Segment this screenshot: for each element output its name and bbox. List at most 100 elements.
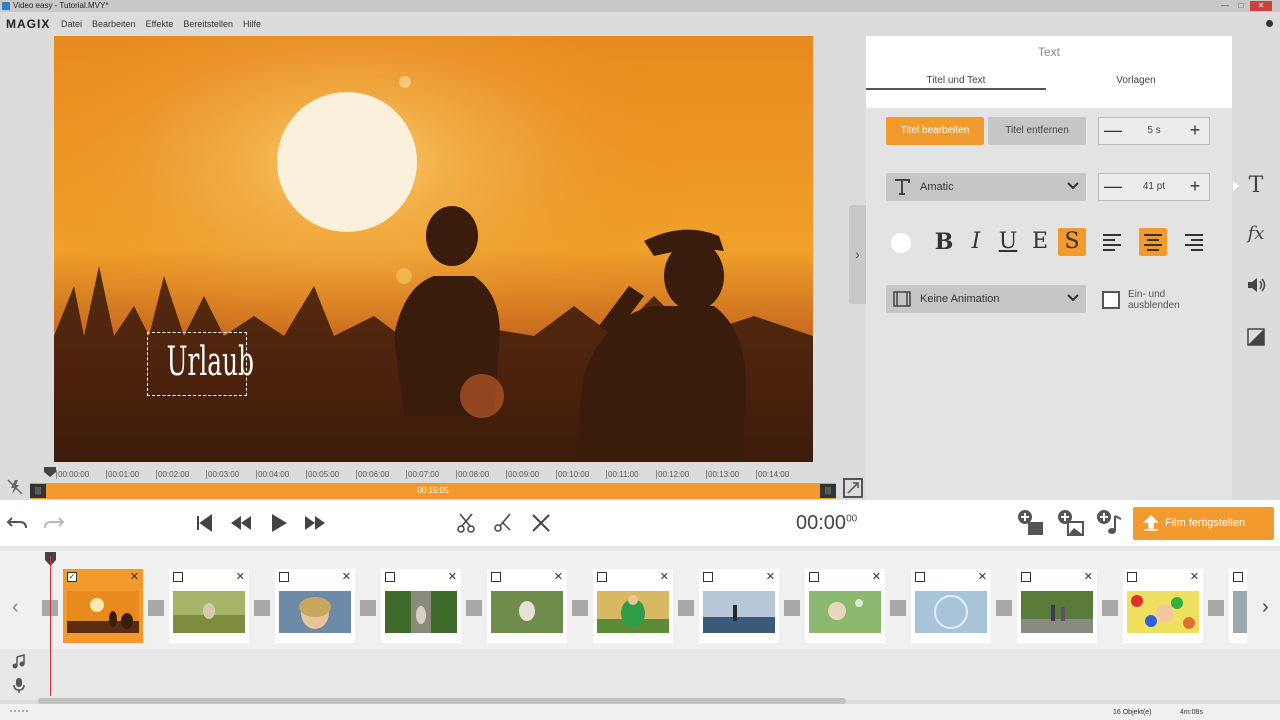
finish-movie-button[interactable]: Film fertigstellen bbox=[1133, 507, 1274, 540]
scroll-left-icon[interactable]: ‹ bbox=[12, 596, 19, 619]
timeline-clip-child-grass[interactable]: ✕ bbox=[487, 569, 567, 643]
clip-checkbox[interactable] bbox=[1233, 572, 1243, 582]
animation-dropdown[interactable]: Keine Animation bbox=[886, 285, 1086, 313]
maximize-icon[interactable]: □ bbox=[1234, 1, 1248, 11]
clip-remove-icon[interactable]: ✕ bbox=[554, 570, 563, 583]
timeline-clip-park-walk[interactable]: ✕ bbox=[1017, 569, 1097, 643]
clip-remove-icon[interactable]: ✕ bbox=[342, 570, 351, 583]
title-text-box[interactable]: Urlaub bbox=[147, 332, 254, 396]
clip-checkbox[interactable] bbox=[173, 572, 183, 582]
menu-dot-icon[interactable] bbox=[1266, 20, 1273, 27]
menu-item-hilfe[interactable]: Hilfe bbox=[243, 19, 261, 29]
music-track-icon[interactable] bbox=[11, 654, 27, 670]
italic-icon[interactable]: I bbox=[962, 228, 990, 256]
menu-item-bereitstellen[interactable]: Bereitstellen bbox=[183, 19, 233, 29]
clip-checkbox[interactable] bbox=[1127, 572, 1137, 582]
transition-marker[interactable] bbox=[784, 600, 800, 616]
duration-value[interactable]: 5 s bbox=[1127, 118, 1181, 144]
redo-icon[interactable] bbox=[41, 510, 67, 536]
skip-back-icon[interactable] bbox=[191, 510, 217, 536]
clip-checkbox[interactable] bbox=[491, 572, 501, 582]
split-icon[interactable] bbox=[453, 510, 479, 536]
timeline-clip-girl-blonde[interactable]: ✕ bbox=[275, 569, 355, 643]
play-icon[interactable] bbox=[265, 510, 291, 536]
clip-remove-icon[interactable]: ✕ bbox=[660, 570, 669, 583]
font-size-plus-button[interactable]: + bbox=[1181, 174, 1209, 200]
clip-checkbox[interactable] bbox=[385, 572, 395, 582]
align-center-icon[interactable] bbox=[1139, 228, 1167, 256]
add-video-icon[interactable] bbox=[1016, 508, 1046, 538]
clip-checkbox[interactable] bbox=[703, 572, 713, 582]
tab-titel-und-text[interactable]: Titel und Text bbox=[866, 74, 1046, 90]
video-preview[interactable]: Urlaub bbox=[54, 36, 813, 462]
fast-forward-icon[interactable] bbox=[302, 510, 328, 536]
timeline-clip-boy-green[interactable]: ✕ bbox=[593, 569, 673, 643]
close-icon[interactable]: ✕ bbox=[1250, 1, 1272, 11]
time-ruler[interactable]: 00:00:00 00:01:00 00:02:00 00:03:00 00:0… bbox=[54, 467, 816, 483]
fx-icon[interactable]: fx bbox=[1242, 220, 1270, 248]
menu-item-datei[interactable]: Datei bbox=[61, 19, 82, 29]
transition-marker[interactable] bbox=[890, 600, 906, 616]
bold-icon[interactable]: B bbox=[930, 228, 958, 256]
clip-remove-icon[interactable]: ✕ bbox=[978, 570, 987, 583]
text-icon[interactable]: T bbox=[1242, 172, 1270, 200]
timeline-clip-fishing[interactable]: ✕ bbox=[699, 569, 779, 643]
transition-marker[interactable] bbox=[360, 600, 376, 616]
clip-checkbox[interactable] bbox=[1021, 572, 1031, 582]
clip-checkbox[interactable] bbox=[597, 572, 607, 582]
timeline-clip-bubble[interactable]: ✕ bbox=[911, 569, 991, 643]
clip-remove-icon[interactable]: ✕ bbox=[448, 570, 457, 583]
remove-title-button[interactable]: Titel entfernen bbox=[988, 117, 1086, 145]
font-size-minus-button[interactable]: — bbox=[1099, 174, 1127, 200]
transition-marker[interactable] bbox=[996, 600, 1012, 616]
clip-remove-icon[interactable]: ✕ bbox=[1190, 570, 1199, 583]
clip-checkbox[interactable] bbox=[915, 572, 925, 582]
clip-remove-icon[interactable]: ✕ bbox=[872, 570, 881, 583]
timeline-clip-sunset[interactable]: ✓ ✕ bbox=[63, 569, 143, 643]
timeline-clip-partial[interactable] bbox=[1229, 569, 1247, 643]
add-music-icon[interactable] bbox=[1095, 508, 1125, 538]
transition-marker[interactable] bbox=[678, 600, 694, 616]
clip-checkbox[interactable] bbox=[809, 572, 819, 582]
timeline-clip-bubbles-girl[interactable]: ✕ bbox=[805, 569, 885, 643]
tab-vorlagen[interactable]: Vorlagen bbox=[1046, 74, 1226, 90]
minimize-icon[interactable]: — bbox=[1218, 1, 1232, 11]
clip-checkbox[interactable] bbox=[279, 572, 289, 582]
outline-icon[interactable]: E bbox=[1026, 228, 1054, 256]
transition-marker[interactable] bbox=[1102, 600, 1118, 616]
timeline-clip-ball-pit[interactable]: ✕ bbox=[1123, 569, 1203, 643]
clip-remove-icon[interactable]: ✕ bbox=[130, 570, 139, 583]
align-right-icon[interactable] bbox=[1180, 228, 1208, 256]
edit-title-button[interactable]: Titel bearbeiten bbox=[886, 117, 984, 145]
menu-item-effekte[interactable]: Effekte bbox=[146, 19, 174, 29]
fade-checkbox[interactable] bbox=[1102, 291, 1120, 309]
duration-plus-button[interactable]: + bbox=[1181, 118, 1209, 144]
rewind-icon[interactable] bbox=[228, 510, 254, 536]
clip-checkbox[interactable]: ✓ bbox=[67, 572, 77, 582]
duration-minus-button[interactable]: — bbox=[1099, 118, 1127, 144]
text-color-swatch[interactable] bbox=[891, 233, 911, 253]
menu-item-bearbeiten[interactable]: Bearbeiten bbox=[92, 19, 136, 29]
range-end-handle[interactable]: ||| bbox=[820, 484, 836, 498]
transition-marker[interactable] bbox=[1208, 600, 1224, 616]
shadow-icon[interactable]: S bbox=[1058, 228, 1086, 256]
timeline-clip-boy-path[interactable]: ✕ bbox=[381, 569, 461, 643]
clip-remove-icon[interactable]: ✕ bbox=[766, 570, 775, 583]
flash-off-icon[interactable] bbox=[6, 478, 24, 496]
clip-remove-icon[interactable]: ✕ bbox=[1084, 570, 1093, 583]
transition-marker[interactable] bbox=[572, 600, 588, 616]
font-size-value[interactable]: 41 pt bbox=[1127, 174, 1181, 200]
timeline-clip-girl-meadow[interactable]: ✕ bbox=[169, 569, 249, 643]
undo-icon[interactable] bbox=[4, 510, 30, 536]
clip-remove-icon[interactable]: ✕ bbox=[236, 570, 245, 583]
collapse-panel-button[interactable]: › bbox=[849, 205, 866, 304]
transition-marker[interactable] bbox=[254, 600, 270, 616]
align-left-icon[interactable] bbox=[1098, 228, 1126, 256]
fullscreen-button[interactable] bbox=[843, 478, 863, 498]
scroll-right-icon[interactable]: › bbox=[1262, 596, 1269, 619]
add-photo-icon[interactable] bbox=[1056, 508, 1086, 538]
color-correction-icon[interactable] bbox=[1242, 323, 1270, 351]
underline-icon[interactable]: U bbox=[994, 228, 1022, 256]
cut-icon[interactable] bbox=[490, 510, 516, 536]
font-dropdown[interactable]: Amatic bbox=[886, 173, 1086, 201]
